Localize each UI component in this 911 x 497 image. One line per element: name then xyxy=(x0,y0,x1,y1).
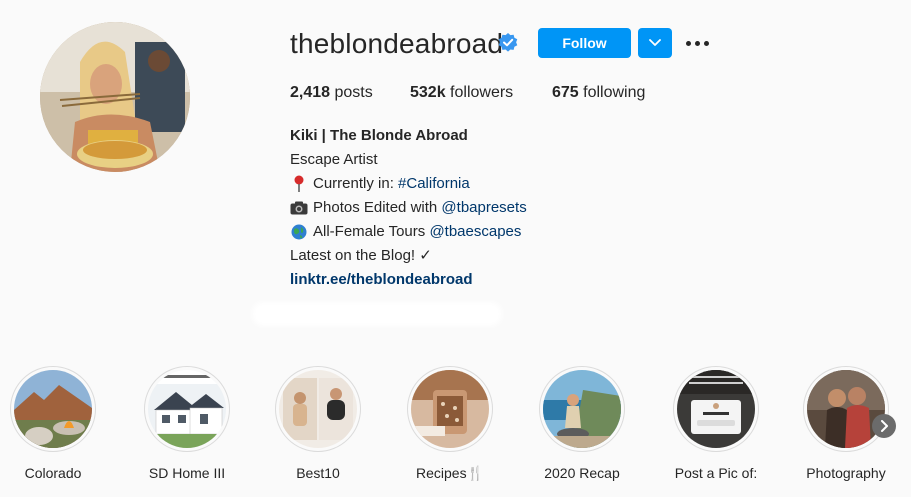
tbapresets-link[interactable]: @tbapresets xyxy=(441,196,526,220)
bio-line-escape: Escape Artist xyxy=(290,151,378,168)
followers-label: followers xyxy=(445,84,514,101)
following-count: 675 xyxy=(552,84,579,101)
highlight-cover xyxy=(807,370,885,448)
profile-avatar[interactable] xyxy=(40,22,190,172)
highlight-best10[interactable]: Best10 xyxy=(273,366,363,481)
highlight-label: 2020 Recap xyxy=(544,465,620,481)
followers-stat[interactable]: 532k followers xyxy=(410,84,513,102)
highlight-ring xyxy=(539,366,625,452)
bio-line-presets: Photos Edited with @tbapresets xyxy=(290,196,527,220)
highlight-post-a-pic[interactable]: Post a Pic of: xyxy=(671,366,761,481)
profile-username: theblondeabroad xyxy=(290,28,504,59)
highlight-cover xyxy=(411,370,489,448)
highlight-ring xyxy=(803,366,889,452)
more-options-icon[interactable] xyxy=(684,33,710,53)
highlight-label: Photography xyxy=(806,465,886,481)
dot xyxy=(703,40,709,46)
location-prefix: Currently in: xyxy=(313,175,399,192)
dot xyxy=(685,40,691,46)
posts-stat: 2,418 posts xyxy=(290,84,373,102)
posts-count: 2,418 xyxy=(290,84,331,101)
bio-line-tours: All-Female Tours @tbaescapes xyxy=(290,220,527,244)
globe-icon xyxy=(290,223,308,241)
highlight-recipes[interactable]: Recipes🍴 xyxy=(405,366,495,482)
highlight-sd-home-iii[interactable]: SD Home III xyxy=(142,366,232,481)
highlight-label: Post a Pic of: xyxy=(674,465,758,481)
profile-photo xyxy=(40,22,190,172)
profile-bio: Kiki | The Blonde Abroad Escape Artist C… xyxy=(290,124,527,292)
bio-line-location: Currently in: #California xyxy=(290,172,527,196)
highlight-label: Recipes🍴 xyxy=(415,465,484,481)
suggested-accounts-button[interactable] xyxy=(638,28,672,58)
highlight-ring xyxy=(275,366,361,452)
highlight-label: SD Home III xyxy=(148,465,226,481)
presets-prefix: Photos Edited with xyxy=(313,199,442,216)
highlight-label: Best10 xyxy=(296,465,340,481)
highlight-ring xyxy=(407,366,493,452)
highlight-cover xyxy=(543,370,621,448)
tbaescapes-link[interactable]: @tbaescapes xyxy=(429,220,521,244)
highlight-ring xyxy=(673,366,759,452)
pin-icon xyxy=(290,175,308,193)
highlight-colorado[interactable]: Colorado xyxy=(8,366,98,481)
website-link[interactable]: linktr.ee/theblondeabroad xyxy=(290,268,527,292)
highlight-ring xyxy=(10,366,96,452)
blurred-region xyxy=(252,302,502,326)
follow-button[interactable]: Follow xyxy=(538,28,631,58)
highlight-cover xyxy=(148,370,226,448)
followers-count: 532k xyxy=(410,84,446,101)
tours-prefix: All-Female Tours xyxy=(313,223,430,240)
highlight-cover xyxy=(677,370,755,448)
highlight-cover xyxy=(279,370,357,448)
bio-line-blog: Latest on the Blog! ✓ xyxy=(290,247,432,264)
dot xyxy=(694,40,700,46)
chevron-right-icon xyxy=(881,420,888,432)
following-label: following xyxy=(578,84,646,101)
posts-label: posts xyxy=(330,84,373,101)
highlight-label: Colorado xyxy=(24,465,82,481)
profile-full-name: Kiki | The Blonde Abroad xyxy=(290,127,468,144)
highlight-ring xyxy=(144,366,230,452)
camera-icon xyxy=(290,199,308,217)
highlight-cover xyxy=(14,370,92,448)
chevron-down-icon xyxy=(649,39,661,46)
following-stat[interactable]: 675 following xyxy=(552,84,645,102)
highlights-next-button[interactable] xyxy=(872,414,896,438)
hashtag-california-link[interactable]: #California xyxy=(398,172,470,196)
verified-badge-icon xyxy=(498,33,518,52)
highlight-2020-recap[interactable]: 2020 Recap xyxy=(537,366,627,481)
